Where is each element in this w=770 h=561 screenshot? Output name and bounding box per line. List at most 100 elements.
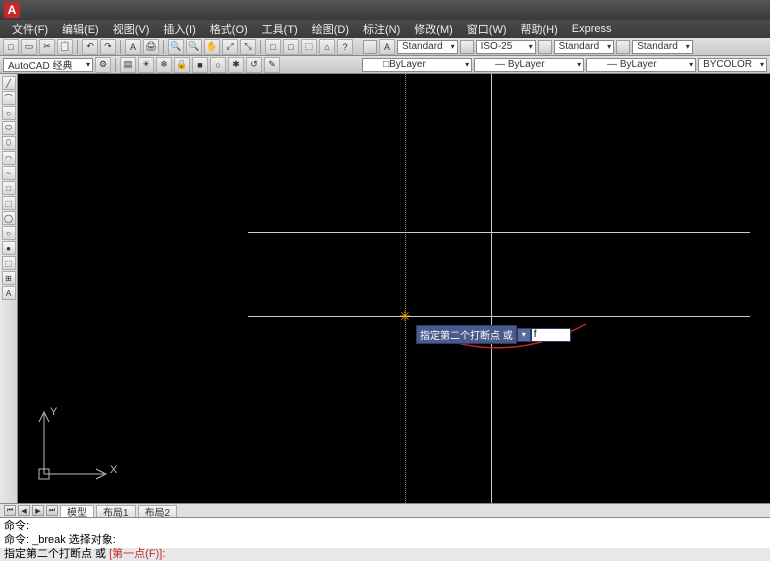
- partial-arc-icon[interactable]: ◠: [2, 151, 16, 165]
- drawing-line: [248, 232, 750, 233]
- menu-file[interactable]: 文件(F): [6, 20, 54, 38]
- tab-first-icon[interactable]: ⏮: [4, 505, 16, 516]
- redo-icon[interactable]: ↷: [100, 39, 116, 55]
- mlstyle-icon[interactable]: [616, 40, 630, 54]
- menu-express[interactable]: Express: [566, 22, 618, 36]
- table-style-dropdown[interactable]: Standard: [554, 40, 615, 54]
- new-icon[interactable]: □: [3, 39, 19, 55]
- ucs-icon: Y X: [32, 406, 112, 489]
- layout-tabs: ⏮ ◀ ▶ ⏭ 模型 布局1 布局2: [0, 503, 770, 517]
- menu-modify[interactable]: 修改(M): [408, 20, 459, 38]
- layer-icon[interactable]: ▤: [120, 57, 136, 73]
- snap-marker-icon: ✳: [399, 308, 411, 325]
- linetype-dropdown[interactable]: — ByLayer: [474, 58, 584, 72]
- ws-settings-icon[interactable]: ⚙: [95, 57, 111, 73]
- revcloud-icon[interactable]: ○: [2, 226, 16, 240]
- separator: [77, 40, 78, 54]
- menu-dim[interactable]: 标注(N): [357, 20, 406, 38]
- zoom-out-icon[interactable]: 🔍: [186, 39, 202, 55]
- drawing-canvas[interactable]: ✳ 指定第二个打断点 或 ▾ Y X: [18, 74, 770, 503]
- zoom-window-icon[interactable]: ⤢: [222, 39, 238, 55]
- workspace-dropdown[interactable]: AutoCAD 经典: [3, 58, 93, 72]
- tab-prev-icon[interactable]: ◀: [18, 505, 30, 516]
- separator: [163, 40, 164, 54]
- circle-icon[interactable]: ○: [2, 106, 16, 120]
- cmd-line: 命令: _break 选择对象:: [4, 533, 766, 547]
- rectangle-icon[interactable]: □: [2, 181, 16, 195]
- prompt-input[interactable]: [531, 328, 571, 342]
- arc-icon[interactable]: ⌒: [2, 91, 16, 105]
- command-window[interactable]: 命令: 命令: _break 选择对象: 指定第二个打断点 或 [第一点(F)]…: [0, 517, 770, 548]
- tool-1-icon[interactable]: □: [265, 39, 281, 55]
- menu-tools[interactable]: 工具(T): [256, 20, 304, 38]
- textstyle-a-icon[interactable]: A: [379, 39, 395, 55]
- polygon-icon[interactable]: ⬚: [2, 196, 16, 210]
- tab-last-icon[interactable]: ⏭: [46, 505, 58, 516]
- cmd-line: 命令:: [4, 519, 766, 533]
- layer-match-icon[interactable]: ✎: [264, 57, 280, 73]
- menu-format[interactable]: 格式(O): [204, 20, 254, 38]
- help-icon[interactable]: ?: [337, 39, 353, 55]
- open-icon[interactable]: ▭: [21, 39, 37, 55]
- dim-style-dropdown[interactable]: ISO-25: [476, 40, 536, 54]
- menu-insert[interactable]: 插入(I): [157, 20, 201, 38]
- matchprop-icon[interactable]: A: [125, 39, 141, 55]
- ml-style-dropdown[interactable]: Standard: [632, 40, 693, 54]
- dimstyle-icon[interactable]: [460, 40, 474, 54]
- layer-freeze-icon[interactable]: ✱: [228, 57, 244, 73]
- plotstyle-dropdown[interactable]: BYCOLOR: [698, 58, 767, 72]
- hatch-icon[interactable]: ⬚: [2, 256, 16, 270]
- prompt-options-icon[interactable]: ▾: [517, 328, 531, 342]
- ucs-x-label: X: [110, 464, 117, 476]
- table-icon[interactable]: ⊞: [2, 271, 16, 285]
- tool-2-icon[interactable]: □: [283, 39, 299, 55]
- text-icon[interactable]: A: [2, 286, 16, 300]
- tab-next-icon[interactable]: ▶: [32, 505, 44, 516]
- menu-help[interactable]: 帮助(H): [515, 20, 564, 38]
- title-bar: A: [0, 0, 770, 20]
- paste-icon[interactable]: 📋: [57, 39, 73, 55]
- crosshair-vertical: [491, 74, 492, 503]
- separator: [260, 40, 261, 54]
- center-axis-line: [405, 74, 406, 503]
- menu-edit[interactable]: 编辑(E): [56, 20, 105, 38]
- textstyle-icon[interactable]: [363, 40, 377, 54]
- color-dropdown[interactable]: □ByLayer: [362, 58, 472, 72]
- layer-iso-icon[interactable]: ❄: [156, 57, 172, 73]
- spline-icon[interactable]: ~: [2, 166, 16, 180]
- zoom-in-icon[interactable]: 🔍: [168, 39, 184, 55]
- ucs-y-label: Y: [50, 406, 57, 418]
- tab-layout2[interactable]: 布局2: [138, 505, 178, 517]
- tool-3-icon[interactable]: ⬚: [301, 39, 317, 55]
- line-icon[interactable]: ╱: [2, 76, 16, 90]
- undo-icon[interactable]: ↶: [82, 39, 98, 55]
- layer-off-icon[interactable]: ○: [210, 57, 226, 73]
- menu-bar: 文件(F) 编辑(E) 视图(V) 插入(I) 格式(O) 工具(T) 绘图(D…: [0, 20, 770, 38]
- tool-4-icon[interactable]: ⌂: [319, 39, 335, 55]
- dynamic-input-prompt: 指定第二个打断点 或 ▾: [416, 325, 571, 344]
- prompt-label: 指定第二个打断点 或: [416, 325, 517, 344]
- zoom-prev-icon[interactable]: ⤡: [240, 39, 256, 55]
- tab-layout1[interactable]: 布局1: [96, 505, 136, 517]
- draw-toolbar: ╱ ⌒ ○ ⬭ ⬯ ◠ ~ □ ⬚ ◯ ○ ● ⬚ ⊞ A: [0, 74, 18, 503]
- tab-model[interactable]: 模型: [60, 505, 94, 517]
- ellipse-icon[interactable]: ⬭: [2, 121, 16, 135]
- layer-state-icon[interactable]: ☀: [138, 57, 154, 73]
- print-icon[interactable]: 🖨: [143, 39, 159, 55]
- properties-toolbar: AutoCAD 经典 ⚙ ▤ ☀ ❄ 🔒 ■ ○ ✱ ↺ ✎ □ByLayer …: [0, 56, 770, 74]
- layer-lock-icon[interactable]: 🔒: [174, 57, 190, 73]
- cut-icon[interactable]: ✂: [39, 39, 55, 55]
- tablestyle-icon[interactable]: [538, 40, 552, 54]
- menu-window[interactable]: 窗口(W): [461, 20, 513, 38]
- donut-icon[interactable]: ◯: [2, 211, 16, 225]
- menu-draw[interactable]: 绘图(D): [306, 20, 355, 38]
- lineweight-dropdown[interactable]: — ByLayer: [586, 58, 696, 72]
- ellipse-arc-icon[interactable]: ⬯: [2, 136, 16, 150]
- separator: [120, 40, 121, 54]
- layer-color-icon[interactable]: ■: [192, 57, 208, 73]
- menu-view[interactable]: 视图(V): [107, 20, 156, 38]
- text-style-dropdown[interactable]: Standard: [397, 40, 458, 54]
- point-icon[interactable]: ●: [2, 241, 16, 255]
- layer-prev-icon[interactable]: ↺: [246, 57, 262, 73]
- pan-icon[interactable]: ✋: [204, 39, 220, 55]
